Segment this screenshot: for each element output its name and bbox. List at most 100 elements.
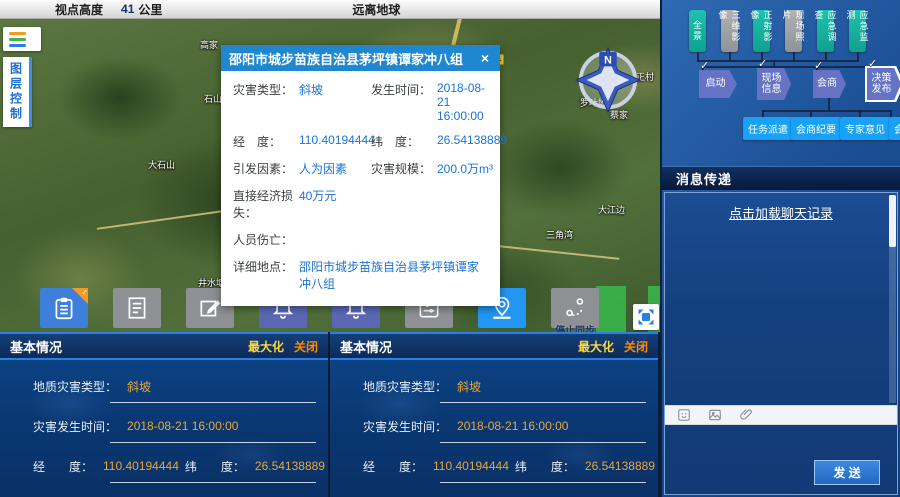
panel-row: 经 度：110.40194444纬 度：26.54138889 [330, 446, 658, 486]
viewpoint-height-unit: 公里 [138, 1, 162, 18]
toolbar-button-fullscreen[interactable] [633, 304, 659, 330]
close-icon[interactable]: × [478, 50, 492, 66]
maximize-button[interactable]: 最大化 [578, 338, 614, 355]
task-button[interactable]: 会商 [889, 117, 900, 140]
chat-scrollbar-thumb[interactable] [889, 195, 896, 247]
svg-text:N: N [604, 54, 612, 66]
status-bar: 视点高度 41 公里 远离地球 [0, 0, 660, 19]
resource-button[interactable]: 三维影像 [721, 10, 738, 52]
popup-field-label: 引发因素： [233, 160, 297, 177]
stage-button[interactable]: 会商 [813, 70, 846, 98]
resource-button[interactable]: 应急监测 [849, 10, 866, 52]
popup-title: 邵阳市城步苗族自治县茅坪镇谭家冲八组 [229, 49, 478, 68]
toolbar-button-report[interactable]: ✓ [40, 288, 88, 328]
check-icon: ✓ [758, 57, 767, 70]
map-place-label: 石山 [204, 92, 222, 105]
menu-hamburger-icon[interactable] [3, 27, 41, 51]
panel-row: 经 度：110.40194444纬 度：26.54138889 [0, 446, 328, 486]
popup-field-value: 40万元 [299, 187, 488, 204]
toolbar-button-stop-sync[interactable]: 停止同步 [551, 288, 599, 328]
popup-row: 直接经济损失：40万元 [233, 187, 488, 221]
panel-row: 地质灾害类型：斜坡 [330, 366, 658, 406]
edit-icon [197, 295, 223, 321]
field-label: 地质灾害类型： [33, 378, 117, 395]
map-place-label: 三角湾 [546, 228, 573, 241]
popup-field-label: 详细地点： [233, 258, 297, 275]
popup-field-value: 110.40194444 [299, 133, 369, 147]
popup-field-value: 200.0万m³ [437, 160, 493, 177]
load-chat-link[interactable]: 点击加载聊天记录 [729, 203, 833, 222]
right-panel: 全景三维影像正射影像现场照片应急调查应急监测启动✓现场信息✓会商✓决策发布✓任务… [660, 0, 900, 497]
field-underline [440, 402, 646, 403]
panel-header: 基本情况最大化关闭 [330, 334, 658, 360]
popup-field-label: 经 度： [233, 133, 297, 150]
stage-button[interactable]: 启动 [699, 70, 737, 98]
stage-button[interactable]: 决策发布 [867, 68, 900, 100]
resource-button[interactable]: 正射影像 [753, 10, 770, 52]
close-button[interactable]: 关闭 [294, 338, 318, 355]
popup-row: 灾害类型：斜坡发生时间：2018-08-21 16:00:00 [233, 81, 488, 123]
panel-title: 基本情况 [10, 337, 248, 356]
fullscreen-icon [636, 307, 656, 327]
popup-body: 灾害类型：斜坡发生时间：2018-08-21 16:00:00 经 度：110.4… [221, 71, 500, 306]
message-panel-title: 消息传递 [676, 169, 732, 188]
field-underline [110, 442, 316, 443]
task-button[interactable]: 会商纪要 [791, 117, 841, 140]
panel-title: 基本情况 [340, 337, 578, 356]
resource-button[interactable]: 全景 [689, 10, 706, 52]
layer-control-button[interactable]: 图层控制 [3, 57, 32, 127]
popup-field-label: 发生时间： [371, 81, 435, 98]
panel-row: 引发因素：1 [0, 486, 328, 497]
field-label: 灾害发生时间： [33, 418, 117, 435]
connector-line [702, 66, 886, 68]
check-icon: ✓ [868, 57, 877, 70]
basic-info-panel-2: 基本情况最大化关闭地质灾害类型：斜坡灾害发生时间： 2018-08-21 16:0… [330, 332, 658, 497]
disaster-info-popup: 邵阳市城步苗族自治县茅坪镇谭家冲八组 × 灾害类型：斜坡发生时间：2018-08… [221, 45, 500, 306]
field-value: 110.40194444 [433, 459, 509, 473]
popup-field-label: 灾害类型： [233, 81, 297, 98]
popup-field-label: 灾害规模： [371, 160, 435, 177]
field-value: 110.40194444 [103, 459, 179, 473]
task-button[interactable]: 专家意见 [840, 117, 890, 140]
maximize-button[interactable]: 最大化 [248, 338, 284, 355]
send-button[interactable]: 发 送 [814, 460, 880, 485]
popup-field-value: 斜坡 [299, 81, 369, 98]
map-place-label: 大石山 [148, 158, 175, 171]
attachment-icon[interactable] [739, 408, 753, 422]
toolbar-button-details[interactable] [113, 288, 161, 328]
field-label: 经 度： [363, 458, 423, 475]
field-value: 斜坡 [127, 378, 151, 395]
field-underline [110, 402, 316, 403]
image-icon[interactable] [708, 408, 722, 422]
stage-button[interactable]: 现场信息 [757, 68, 791, 100]
field-value: 2018-08-21 16:00:00 [457, 419, 568, 433]
resource-button[interactable]: 现场照片 [785, 10, 802, 52]
field-value: 2018-08-21 16:00:00 [127, 419, 238, 433]
popup-field-label: 直接经济损失： [233, 187, 297, 221]
field-value: 斜坡 [457, 378, 481, 395]
popup-row: 详细地点：邵阳市城步苗族自治县茅坪镇谭家冲八组 [233, 258, 488, 292]
popup-row: 人员伤亡： [233, 231, 488, 248]
task-button[interactable]: 任务派遣 [743, 117, 793, 140]
bottom-panels: 基本情况最大化关闭地质灾害类型：斜坡灾害发生时间：2018-08-21 16:0… [0, 332, 660, 497]
popup-row: 引发因素：人为因素灾害规模：200.0万m³ [233, 160, 488, 177]
close-button[interactable]: 关闭 [624, 338, 648, 355]
field-underline [110, 482, 316, 483]
panel-row: 引发因素：1 [330, 486, 658, 497]
route-icon [562, 295, 588, 321]
camera-mode-label: 远离地球 [352, 1, 400, 18]
connector-line [762, 110, 892, 112]
map-column: 视点高度 41 公里 远离地球 高家石山大石山罗叶地正村蔡家大江边三角湾温水田半… [0, 0, 660, 497]
field-underline [440, 442, 646, 443]
panel-header: 基本情况最大化关闭 [0, 334, 328, 360]
emoji-icon[interactable] [677, 408, 691, 422]
chat-scrollbar-track[interactable] [889, 195, 896, 403]
composer-toolbar [665, 405, 897, 425]
resource-button[interactable]: 应急调查 [817, 10, 834, 52]
field-label: 灾害发生时间： [363, 418, 447, 435]
compass-icon[interactable]: N [574, 46, 642, 114]
viewpoint-height-label: 视点高度 [55, 1, 103, 18]
field-label: 纬 度： [185, 458, 245, 475]
check-badge-icon: ✓ [72, 288, 88, 304]
map-place-label: 大江边 [598, 203, 625, 216]
